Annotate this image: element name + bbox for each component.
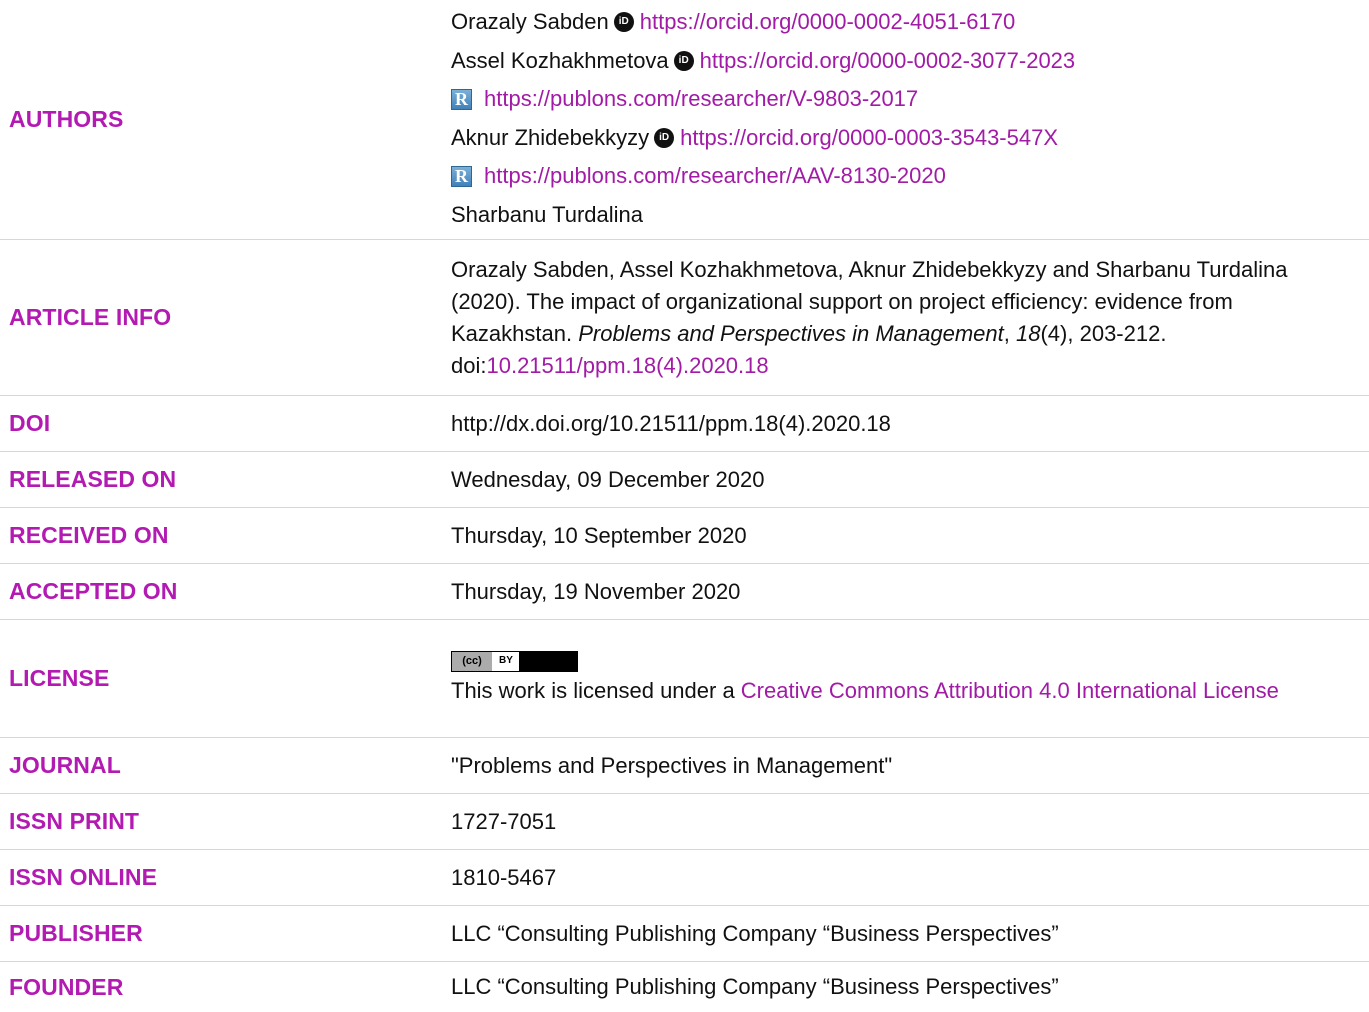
author-line: Orazaly Sabden iD https://orcid.org/0000… bbox=[451, 3, 1329, 42]
issn-print-cell: 1727-7051 bbox=[451, 794, 1329, 849]
publons-icon[interactable]: R bbox=[451, 88, 472, 110]
license-label: LICENSE bbox=[9, 665, 110, 691]
released-on-label: RELEASED ON bbox=[9, 466, 177, 492]
license-prefix: This work is licensed under a bbox=[451, 677, 741, 703]
publons-link[interactable]: https://publons.com/researcher/AAV-8130-… bbox=[484, 160, 946, 192]
issn-print-row: ISSN PRINT 1727-7051 bbox=[0, 794, 1369, 850]
orcid-icon[interactable]: iD bbox=[654, 127, 675, 148]
journal-value: "Problems and Perspectives in Management… bbox=[451, 752, 893, 778]
received-on-label: RECEIVED ON bbox=[9, 522, 169, 548]
publisher-label: PUBLISHER bbox=[9, 920, 143, 946]
cc-badge-by: BY bbox=[493, 651, 519, 671]
orcid-icon[interactable]: iD bbox=[613, 12, 634, 33]
cc-by-badge[interactable]: (cc) BY bbox=[451, 650, 578, 672]
orcid-icon[interactable]: iD bbox=[673, 50, 694, 71]
author-name: Assel Kozhakhmetova bbox=[451, 47, 669, 73]
received-on-cell: Thursday, 10 September 2020 bbox=[451, 508, 1329, 563]
author-name: Orazaly Sabden bbox=[451, 9, 609, 35]
author-line: Assel Kozhakhmetova iD https://orcid.org… bbox=[451, 42, 1329, 81]
author-line: Aknur Zhidebekkyzy iD https://orcid.org/… bbox=[451, 119, 1329, 158]
publisher-value: LLC “Consulting Publishing Company “Busi… bbox=[451, 920, 1059, 946]
citation-doi-link[interactable]: 10.21511/ppm.18(4).2020.18 bbox=[486, 353, 768, 378]
publisher-row: PUBLISHER LLC “Consulting Publishing Com… bbox=[0, 906, 1369, 962]
founder-cell: LLC “Consulting Publishing Company “Busi… bbox=[451, 962, 1329, 1012]
citation-comma: , bbox=[1003, 320, 1016, 346]
license-text: This work is licensed under a Creative C… bbox=[451, 675, 1329, 707]
authors-label: AUTHORS bbox=[9, 106, 124, 132]
accepted-on-value: Thursday, 19 November 2020 bbox=[451, 578, 741, 604]
accepted-on-label: ACCEPTED ON bbox=[9, 578, 178, 604]
issn-online-value: 1810-5467 bbox=[451, 864, 557, 890]
received-on-value: Thursday, 10 September 2020 bbox=[451, 522, 747, 548]
author-line: Sharbanu Turdalina bbox=[451, 196, 1329, 235]
author-publons-line: R https://publons.com/researcher/AAV-813… bbox=[451, 157, 1329, 196]
journal-row: JOURNAL "Problems and Perspectives in Ma… bbox=[0, 738, 1369, 794]
author-name: Sharbanu Turdalina bbox=[451, 201, 644, 227]
authors-row: AUTHORS Orazaly Sabden iD https://orcid.… bbox=[0, 0, 1369, 240]
journal-label: JOURNAL bbox=[9, 752, 121, 778]
orcid-link[interactable]: https://orcid.org/0000-0003-3543-547X bbox=[680, 122, 1058, 154]
doi-value-cell: http://dx.doi.org/10.21511/ppm.18(4).202… bbox=[451, 396, 1329, 451]
cc-badge-cc: (cc) bbox=[452, 651, 493, 671]
article-info-value: Orazaly Sabden, Assel Kozhakhmetova, Akn… bbox=[451, 240, 1329, 395]
cc-badge-fill bbox=[519, 651, 577, 671]
publisher-cell: LLC “Consulting Publishing Company “Busi… bbox=[451, 906, 1329, 961]
author-name: Aknur Zhidebekkyzy bbox=[451, 124, 650, 150]
authors-value: Orazaly Sabden iD https://orcid.org/0000… bbox=[451, 0, 1329, 242]
released-on-value: Wednesday, 09 December 2020 bbox=[451, 466, 765, 492]
founder-label: FOUNDER bbox=[9, 973, 124, 1000]
released-on-cell: Wednesday, 09 December 2020 bbox=[451, 452, 1329, 507]
citation-volume: 18 bbox=[1016, 320, 1041, 346]
accepted-on-row: ACCEPTED ON Thursday, 19 November 2020 bbox=[0, 564, 1369, 620]
journal-cell: "Problems and Perspectives in Management… bbox=[451, 738, 1329, 793]
license-row: LICENSE (cc) BY This work is licensed un… bbox=[0, 620, 1369, 738]
issn-online-cell: 1810-5467 bbox=[451, 850, 1329, 905]
doi-row: DOI http://dx.doi.org/10.21511/ppm.18(4)… bbox=[0, 396, 1369, 452]
released-on-row: RELEASED ON Wednesday, 09 December 2020 bbox=[0, 452, 1369, 508]
publons-icon[interactable]: R bbox=[451, 165, 472, 187]
article-citation: Orazaly Sabden, Assel Kozhakhmetova, Akn… bbox=[451, 254, 1329, 382]
issn-print-value: 1727-7051 bbox=[451, 808, 557, 834]
issn-online-row: ISSN ONLINE 1810-5467 bbox=[0, 850, 1369, 906]
citation-journal: Problems and Perspectives in Management bbox=[578, 320, 1004, 346]
accepted-on-cell: Thursday, 19 November 2020 bbox=[451, 564, 1329, 619]
founder-row: FOUNDER LLC “Consulting Publishing Compa… bbox=[0, 962, 1369, 1012]
issn-online-label: ISSN ONLINE bbox=[9, 864, 158, 890]
article-info-row: ARTICLE INFO Orazaly Sabden, Assel Kozha… bbox=[0, 240, 1369, 396]
license-link[interactable]: Creative Commons Attribution 4.0 Interna… bbox=[741, 678, 1279, 703]
doi-label: DOI bbox=[9, 410, 51, 436]
author-publons-line: R https://publons.com/researcher/V-9803-… bbox=[451, 80, 1329, 119]
article-info-label: ARTICLE INFO bbox=[9, 304, 172, 330]
founder-value: LLC “Consulting Publishing Company “Busi… bbox=[451, 974, 1059, 999]
orcid-link[interactable]: https://orcid.org/0000-0002-3077-2023 bbox=[700, 45, 1075, 77]
publons-link[interactable]: https://publons.com/researcher/V-9803-20… bbox=[484, 83, 918, 115]
received-on-row: RECEIVED ON Thursday, 10 September 2020 bbox=[0, 508, 1369, 564]
license-cell: (cc) BY This work is licensed under a Cr… bbox=[451, 620, 1329, 737]
doi-value: http://dx.doi.org/10.21511/ppm.18(4).202… bbox=[451, 410, 891, 436]
issn-print-label: ISSN PRINT bbox=[9, 808, 140, 834]
orcid-link[interactable]: https://orcid.org/0000-0002-4051-6170 bbox=[640, 6, 1015, 38]
